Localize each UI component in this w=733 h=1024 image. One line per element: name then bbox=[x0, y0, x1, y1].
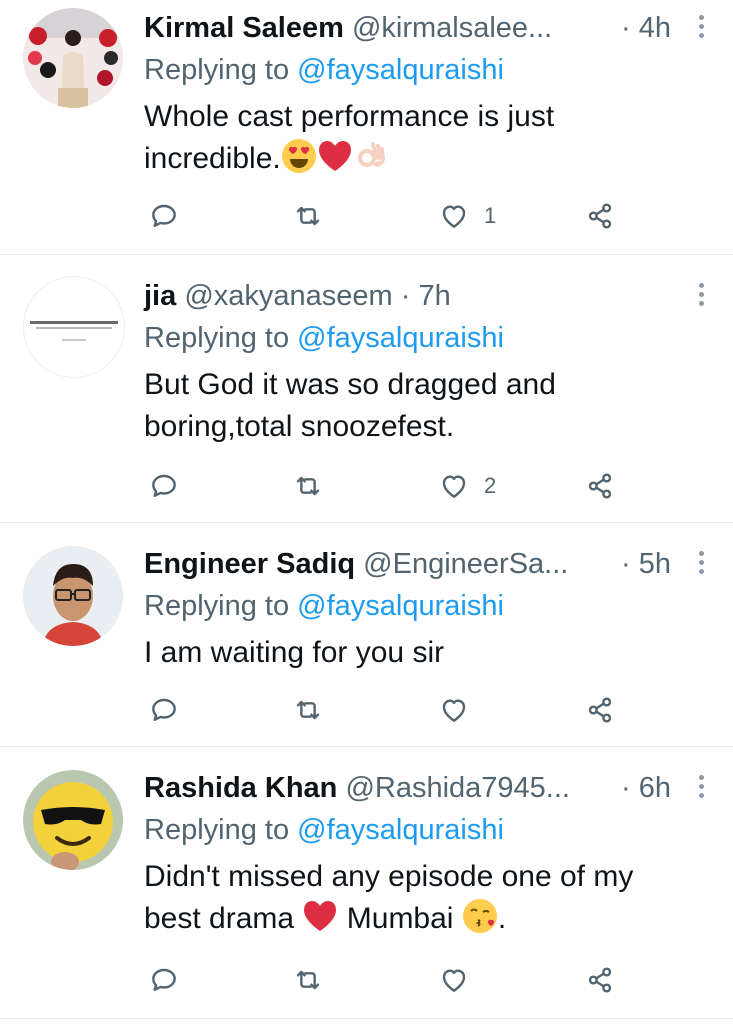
avatar[interactable] bbox=[23, 8, 123, 108]
replying-to: Replying to @faysalquraishi bbox=[144, 54, 504, 86]
display-name[interactable]: Kirmal Saleem bbox=[144, 12, 344, 44]
more-icon[interactable] bbox=[695, 280, 707, 314]
share-button[interactable] bbox=[584, 466, 616, 506]
user-handle[interactable]: @kirmalsalee... bbox=[352, 12, 552, 44]
share-button[interactable] bbox=[584, 196, 616, 236]
retweet-button[interactable] bbox=[292, 466, 324, 506]
like-button[interactable] bbox=[438, 960, 470, 1000]
user-handle[interactable]: @EngineerSa... bbox=[363, 548, 568, 580]
share-icon bbox=[584, 964, 616, 996]
retweet-button[interactable] bbox=[292, 690, 324, 730]
reply-icon bbox=[148, 470, 180, 502]
reply-icon bbox=[148, 694, 180, 726]
reply-icon bbox=[148, 200, 180, 232]
mention-link[interactable]: @faysalquraishi bbox=[297, 590, 504, 622]
tweet-header: Kirmal Saleem @kirmalsalee... bbox=[144, 8, 693, 48]
tweet-text: Whole cast performance is just incredibl… bbox=[144, 100, 555, 175]
tweet-header: Engineer Sadiq @EngineerSa... bbox=[144, 544, 693, 584]
retweet-icon bbox=[292, 200, 324, 232]
display-name[interactable]: Rashida Khan bbox=[144, 772, 337, 804]
mention-link[interactable]: @faysalquraishi bbox=[297, 54, 504, 86]
more-icon[interactable] bbox=[695, 12, 707, 46]
share-button[interactable] bbox=[584, 960, 616, 1000]
avatar-image bbox=[24, 277, 124, 377]
display-name[interactable]: jia bbox=[144, 280, 176, 312]
share-icon bbox=[584, 694, 616, 726]
reply-button[interactable] bbox=[148, 690, 180, 730]
timestamp[interactable]: · 7h bbox=[401, 280, 451, 312]
retweet-button[interactable] bbox=[292, 196, 324, 236]
like-count: 2 bbox=[484, 473, 497, 498]
share-icon bbox=[584, 470, 616, 502]
heart-eyes-emoji bbox=[281, 139, 316, 173]
action-bar bbox=[144, 960, 624, 1000]
like-count: 1 bbox=[484, 203, 497, 228]
tweet-text: I am waiting for you sir bbox=[144, 636, 445, 669]
tweet-text: But God it was so dragged and boring,tot… bbox=[144, 368, 556, 443]
tweet-header: Rashida Khan @Rashida7945... bbox=[144, 768, 693, 808]
like-button[interactable]: 2 bbox=[438, 466, 496, 506]
retweet-icon bbox=[292, 694, 324, 726]
action-bar: 2 bbox=[144, 466, 624, 506]
share-icon bbox=[584, 200, 616, 232]
divider bbox=[0, 1018, 733, 1019]
display-name[interactable]: Engineer Sadiq bbox=[144, 548, 355, 580]
avatar-image bbox=[23, 770, 123, 870]
avatar[interactable] bbox=[23, 770, 123, 870]
like-icon bbox=[438, 694, 470, 726]
reply-icon bbox=[148, 964, 180, 996]
tweet-card[interactable]: jia @xakyanaseem · 7h Replying to @faysa… bbox=[0, 268, 733, 522]
red-heart-emoji bbox=[318, 141, 351, 171]
ok-hand-emoji bbox=[357, 142, 385, 167]
like-icon bbox=[438, 470, 470, 502]
more-icon[interactable] bbox=[695, 548, 707, 582]
timestamp[interactable]: · 4h bbox=[621, 8, 671, 48]
tweet-text: Didn't missed any episode one of my best… bbox=[144, 860, 634, 935]
avatar-image bbox=[23, 546, 123, 646]
tweet-card[interactable]: Kirmal Saleem @kirmalsalee... · 4h Reply… bbox=[0, 0, 733, 254]
replying-to: Replying to @faysalquraishi bbox=[144, 322, 504, 354]
replying-to: Replying to @faysalquraishi bbox=[144, 814, 504, 846]
avatar-image bbox=[23, 8, 123, 108]
tweet-card[interactable]: Rashida Khan @Rashida7945... · 6h Replyi… bbox=[0, 760, 733, 1020]
like-button[interactable] bbox=[438, 690, 470, 730]
share-button[interactable] bbox=[584, 690, 616, 730]
action-bar bbox=[144, 690, 624, 730]
user-handle[interactable]: @Rashida7945... bbox=[345, 772, 570, 804]
tweet-card[interactable]: Engineer Sadiq @EngineerSa... · 5h Reply… bbox=[0, 536, 733, 746]
red-heart-emoji bbox=[304, 901, 337, 931]
like-icon bbox=[438, 200, 470, 232]
retweet-icon bbox=[292, 964, 324, 996]
more-icon[interactable] bbox=[695, 772, 707, 806]
timestamp[interactable]: · 5h bbox=[621, 544, 671, 584]
divider bbox=[0, 746, 733, 747]
avatar[interactable] bbox=[23, 546, 123, 646]
replying-to: Replying to @faysalquraishi bbox=[144, 590, 504, 622]
avatar[interactable] bbox=[23, 276, 125, 378]
like-button[interactable]: 1 bbox=[438, 196, 496, 236]
action-bar: 1 bbox=[144, 196, 624, 236]
retweet-icon bbox=[292, 470, 324, 502]
divider bbox=[0, 522, 733, 523]
user-handle[interactable]: @xakyanaseem bbox=[184, 280, 392, 312]
reply-button[interactable] bbox=[148, 466, 180, 506]
tweet-header: jia @xakyanaseem · 7h bbox=[144, 276, 693, 316]
kissing-face-emoji bbox=[462, 899, 497, 933]
like-icon bbox=[438, 964, 470, 996]
timestamp[interactable]: · 6h bbox=[621, 768, 671, 808]
reply-button[interactable] bbox=[148, 196, 180, 236]
mention-link[interactable]: @faysalquraishi bbox=[297, 322, 504, 354]
divider bbox=[0, 254, 733, 255]
reply-button[interactable] bbox=[148, 960, 180, 1000]
retweet-button[interactable] bbox=[292, 960, 324, 1000]
mention-link[interactable]: @faysalquraishi bbox=[297, 814, 504, 846]
